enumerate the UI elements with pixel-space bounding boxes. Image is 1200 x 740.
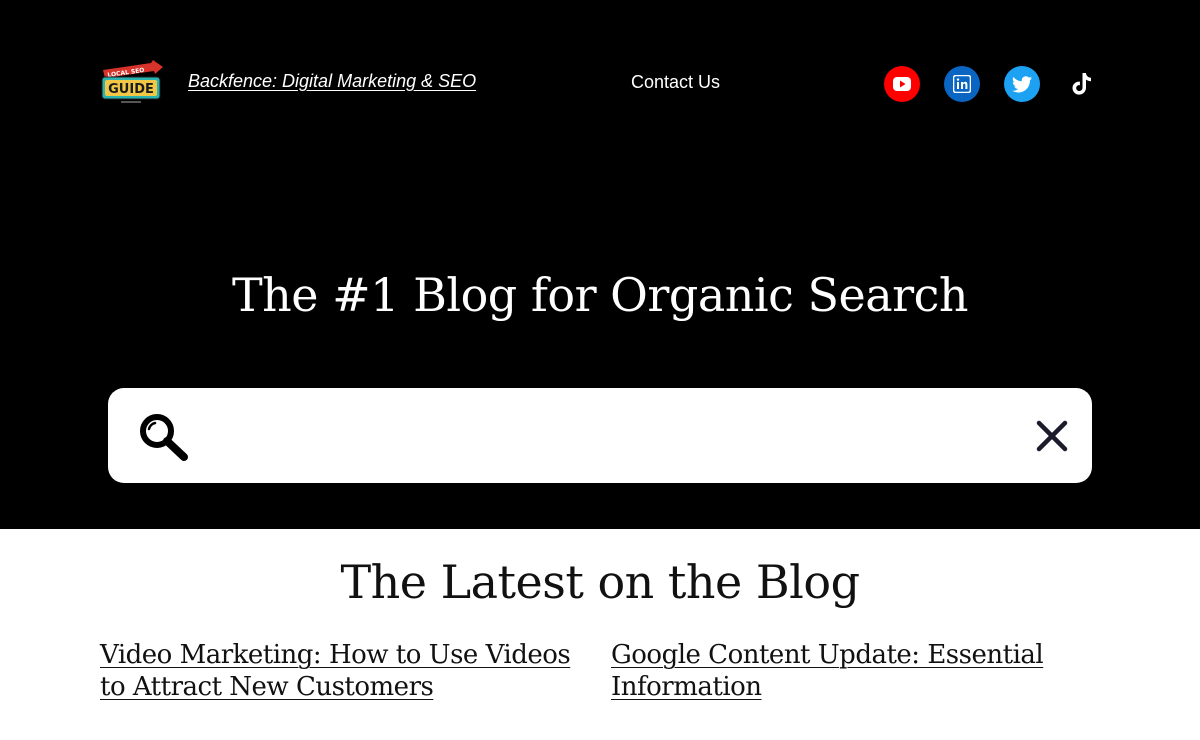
- hero-section: LOCAL SEO GUIDE Backfence: Digital Marke…: [0, 0, 1200, 529]
- search-input[interactable]: [208, 410, 1012, 462]
- twitter-link[interactable]: [1004, 66, 1040, 102]
- nav-contact-us[interactable]: Contact Us: [631, 72, 720, 93]
- latest-posts-section: The Latest on the Blog Video Marketing: …: [0, 529, 1200, 740]
- post-link-video-marketing[interactable]: Video Marketing: How to Use Videos to At…: [100, 639, 590, 703]
- close-icon[interactable]: [1034, 418, 1070, 454]
- local-seo-guide-logo: LOCAL SEO GUIDE: [101, 60, 163, 103]
- youtube-link[interactable]: [884, 66, 920, 102]
- hero-title: The #1 Blog for Organic Search: [231, 268, 969, 322]
- linkedin-link[interactable]: [944, 66, 980, 102]
- twitter-icon: [1012, 75, 1032, 92]
- post-link-google-content-update[interactable]: Google Content Update: Essential Informa…: [611, 639, 1091, 703]
- logo-text-main: GUIDE: [108, 82, 154, 97]
- youtube-icon: [893, 77, 911, 91]
- site-logo[interactable]: LOCAL SEO GUIDE: [99, 60, 165, 106]
- tiktok-icon: [1072, 73, 1091, 95]
- site-header: LOCAL SEO GUIDE Backfence: Digital Marke…: [0, 0, 1200, 168]
- magnifier-icon[interactable]: [136, 410, 190, 462]
- latest-section-title: The Latest on the Blog: [340, 555, 860, 609]
- site-title-link[interactable]: Backfence: Digital Marketing & SEO: [188, 71, 476, 92]
- linkedin-icon: [953, 75, 971, 93]
- tiktok-link[interactable]: [1064, 66, 1100, 102]
- search-bar[interactable]: [108, 388, 1092, 483]
